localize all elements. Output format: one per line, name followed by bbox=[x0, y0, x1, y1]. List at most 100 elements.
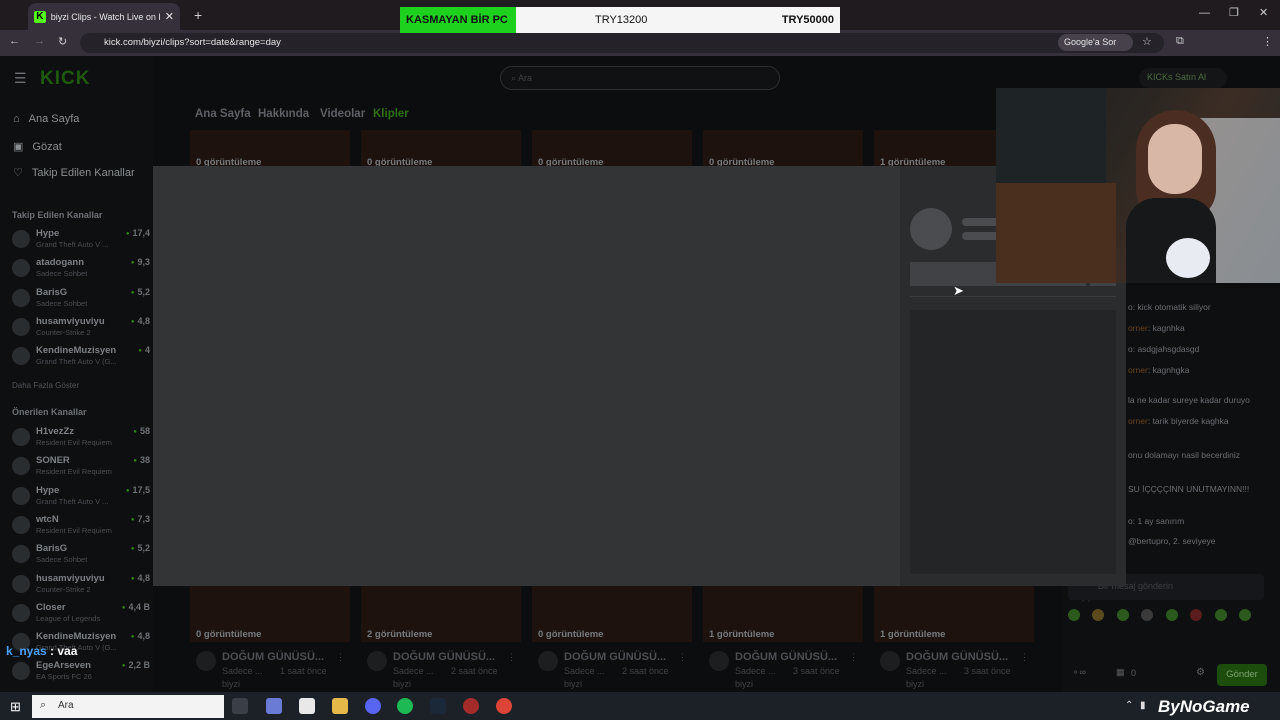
buy-kicks-button[interactable]: KICKs Satın Al bbox=[1139, 68, 1227, 88]
tab-about[interactable]: Hakkında bbox=[258, 108, 309, 120]
clip-menu-icon[interactable]: ⋮ bbox=[849, 652, 858, 663]
avatar bbox=[12, 603, 30, 622]
channel-category: Sadece Sohbet bbox=[36, 269, 88, 279]
chat-text: onu dolamayı nasil becerdiniz bbox=[1128, 450, 1240, 460]
chat-message: orner: kagnhgka bbox=[1128, 365, 1189, 375]
url-input[interactable]: kick.com/biyzi/clips?sort=date&range=day bbox=[80, 33, 1164, 53]
tab-home[interactable]: Ana Sayfa bbox=[195, 108, 251, 120]
search-icon: ⌕ bbox=[511, 73, 519, 83]
kick-logo[interactable]: KICK bbox=[40, 68, 90, 90]
channel-category: Grand Theft Auto V ... bbox=[36, 240, 109, 249]
notepad-icon[interactable] bbox=[299, 698, 315, 714]
restore-icon[interactable]: ❐ bbox=[1229, 6, 1239, 19]
chat-message: @bertupro, 2. seviyeye bbox=[1128, 536, 1216, 546]
settings-gear-icon[interactable]: ⚙ bbox=[1196, 667, 1205, 678]
reload-icon[interactable]: ↻ bbox=[58, 35, 67, 48]
avatar bbox=[367, 651, 387, 671]
close-window-icon[interactable]: ✕ bbox=[1259, 6, 1268, 19]
clip-menu-icon[interactable]: ⋮ bbox=[336, 652, 345, 663]
nav-following[interactable]: ♡ Takip Edilen Kanallar bbox=[13, 166, 135, 180]
sidebar-channel[interactable]: SONERResident Evil Requiem 38 bbox=[12, 455, 152, 481]
sidebar-channel[interactable]: husamviyuviyuCounter-Strike 2 4,8 bbox=[12, 573, 152, 599]
channel-category: Resident Evil Requiem bbox=[36, 467, 112, 477]
channel-name: KendineMuzisyen bbox=[36, 631, 117, 643]
emote-icon[interactable] bbox=[1141, 609, 1154, 621]
channel-category: EA Sports FC 26 bbox=[36, 672, 92, 682]
channel-name: H1vezZz bbox=[36, 426, 75, 437]
bookmark-star-icon[interactable]: ☆ bbox=[1142, 35, 1152, 48]
chrome-icon[interactable] bbox=[496, 698, 512, 714]
channel-category: Resident Evil Requiem bbox=[36, 438, 112, 447]
sidebar-channel[interactable]: HypeGrand Theft Auto V ... 17,4 bbox=[12, 228, 152, 254]
menu-dots-icon[interactable]: ⋮ bbox=[1262, 35, 1273, 48]
sidebar-channel[interactable]: EgeArsevenEA Sports FC 26 2,2 B bbox=[12, 660, 152, 686]
home-icon: ⌂ bbox=[13, 113, 20, 125]
sidebar-channel[interactable]: CloserLeague of Legends 4,4 B bbox=[12, 602, 152, 628]
hamburger-icon[interactable]: ☰ bbox=[14, 70, 27, 87]
sidebar-channel[interactable]: KendineMuzisyenGrand Theft Auto V (G... 4 bbox=[12, 345, 152, 371]
viewer-count: 58 bbox=[133, 426, 150, 436]
new-tab-icon[interactable]: + bbox=[194, 7, 202, 23]
gift-icon[interactable]: ▦ bbox=[1116, 667, 1125, 678]
extensions-icon[interactable]: ⧉ bbox=[1176, 35, 1184, 48]
search-placeholder: Ara bbox=[518, 73, 533, 83]
chat-username[interactable]: orner bbox=[1128, 323, 1148, 333]
minimize-icon[interactable]: — bbox=[1199, 7, 1210, 19]
steam-icon[interactable] bbox=[430, 698, 446, 714]
clip-menu-icon[interactable]: ⋮ bbox=[678, 652, 687, 663]
clip-menu-icon[interactable]: ⋮ bbox=[507, 652, 516, 663]
copilot-icon[interactable] bbox=[266, 698, 282, 714]
emote-icon[interactable] bbox=[1116, 609, 1129, 621]
clip-time: 1 saat önce bbox=[280, 666, 327, 676]
emote-icon[interactable] bbox=[1068, 609, 1080, 621]
sidebar-channel[interactable]: HypeGrand Theft Auto V ... 17,5 bbox=[12, 485, 152, 511]
spotify-icon[interactable] bbox=[397, 698, 413, 714]
close-tab-icon[interactable]: ✕ bbox=[165, 10, 174, 23]
discord-icon[interactable] bbox=[365, 698, 381, 714]
sidebar-channel[interactable]: atadogannSadece Sohbet 9,3 bbox=[12, 257, 152, 283]
emote-icon[interactable] bbox=[1239, 609, 1252, 621]
windows-start-icon[interactable]: ⊞ bbox=[10, 699, 21, 715]
tray-mic-icon[interactable]: ▮ bbox=[1140, 700, 1146, 711]
avatar bbox=[12, 662, 30, 681]
emote-icon[interactable] bbox=[1165, 609, 1178, 621]
viewer-count: 4,4 B bbox=[122, 602, 150, 612]
clip-menu-icon[interactable]: ⋮ bbox=[1020, 652, 1029, 663]
channel-name: atadogann bbox=[36, 257, 85, 269]
app-icon[interactable] bbox=[463, 698, 479, 714]
taskbar-search[interactable]: Ara bbox=[32, 695, 224, 718]
nav-home[interactable]: ⌂ Ana Sayfa bbox=[13, 113, 79, 125]
send-button[interactable]: Gönder bbox=[1217, 664, 1267, 686]
clip-time: 3 saat önce bbox=[793, 666, 840, 676]
clip-time: 2 saat önce bbox=[622, 666, 669, 676]
points-count: 0 bbox=[1131, 668, 1137, 678]
sidebar-channel[interactable]: husamviyuviyuCounter-Strike 2 4,8 bbox=[12, 316, 152, 342]
show-more-link[interactable]: Daha Fazla Göster bbox=[12, 381, 79, 390]
sidebar-channel[interactable]: wtcNResident Evil Requiem 7,3 bbox=[12, 514, 152, 540]
emote-icon[interactable] bbox=[1190, 609, 1203, 621]
chat-username[interactable]: orner bbox=[1128, 365, 1148, 375]
emote-icon[interactable] bbox=[1214, 609, 1227, 621]
tray-chevron-icon[interactable]: ⌃ bbox=[1125, 700, 1133, 711]
file-explorer-icon[interactable] bbox=[332, 698, 348, 714]
chat-text: o: 1 ay sanırım bbox=[1128, 516, 1185, 526]
emote-icon[interactable] bbox=[1092, 609, 1105, 621]
clip-modal-player bbox=[153, 166, 900, 586]
chat-username[interactable]: orner bbox=[1128, 416, 1148, 426]
sidebar-channel[interactable]: H1vezZzResident Evil Requiem 58 bbox=[12, 426, 152, 452]
forward-icon[interactable]: → bbox=[34, 35, 45, 47]
browser-tab[interactable]: K biyzi Clips - Watch Live on K ✕ bbox=[28, 3, 180, 30]
sidebar-channel[interactable]: BarisGSadece Sohbet 5,2 bbox=[12, 543, 152, 569]
google-ask-button[interactable]: Google'a Sor bbox=[1058, 34, 1133, 51]
nav-browse[interactable]: ▣ Gözat bbox=[13, 140, 62, 154]
avatar bbox=[12, 317, 30, 336]
sidebar-channel[interactable]: BarisGSadece Sohbet 5,2 bbox=[12, 287, 152, 313]
search-input[interactable]: ⌕ Ara bbox=[500, 66, 780, 90]
back-icon[interactable]: ← bbox=[9, 35, 20, 47]
points-icon[interactable]: ⚬∞ bbox=[1072, 667, 1086, 678]
tab-videos[interactable]: Videolar bbox=[320, 108, 365, 120]
tab-clips[interactable]: Klipler bbox=[373, 108, 409, 120]
chat-message: onu dolamayı nasil becerdiniz bbox=[1128, 450, 1240, 460]
clip-title: DOĞUM GÜNÜSÜ... bbox=[906, 651, 1009, 663]
task-view-icon[interactable] bbox=[232, 698, 248, 714]
